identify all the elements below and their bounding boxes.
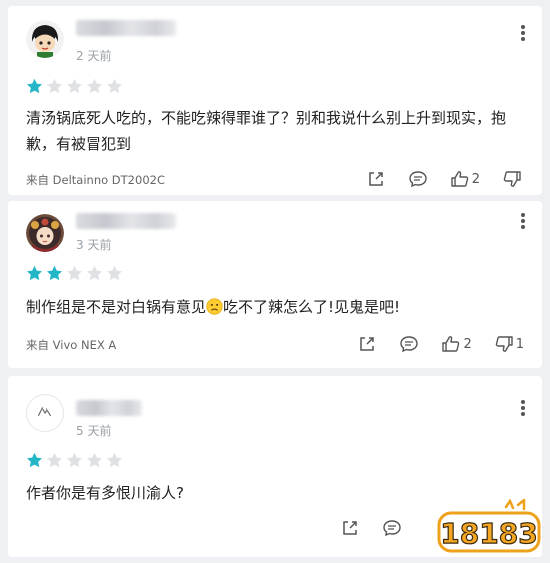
comment-card: 2 天前 清汤锅底死人吃的，不能吃辣得罪谁了？别和我说什么别上升到现实，抱歉，有… [8, 6, 542, 195]
dislike-icon [495, 336, 513, 352]
watermark-text: 18183 [440, 517, 537, 550]
star-icon [47, 78, 62, 94]
reply-icon [409, 171, 427, 188]
star-icon [87, 452, 102, 468]
comment-time: 3 天前 [76, 238, 112, 252]
like-icon [442, 336, 460, 352]
dislike-count: 1 [515, 336, 524, 352]
like-button[interactable]: 2 [441, 334, 472, 354]
comment-actions [318, 518, 402, 538]
reply-icon [400, 336, 419, 353]
avatar[interactable] [26, 20, 64, 58]
reply-button[interactable] [382, 518, 402, 538]
more-icon[interactable] [516, 399, 530, 417]
username-blurred[interactable] [76, 20, 176, 36]
reply-icon [383, 520, 401, 537]
username-blurred[interactable] [76, 400, 142, 416]
like-count: 2 [471, 171, 480, 187]
avatar[interactable] [26, 394, 64, 432]
username-blurred[interactable] [76, 213, 176, 229]
star-icon [107, 78, 122, 94]
comment-actions: 2 [344, 169, 524, 189]
more-icon[interactable] [516, 24, 530, 42]
comment-actions: 2 1 [335, 334, 524, 354]
star-icon [67, 78, 82, 94]
rating-stars [26, 452, 123, 469]
comment-card: 3 天前 制作组是不是对白锅有意见 吃不了辣怎么了!见鬼是吧! 来自 Vivo N… [8, 201, 542, 368]
share-button[interactable] [357, 334, 377, 354]
device-info: 来自 Deltainno DT2002C [26, 173, 165, 187]
share-icon [343, 521, 357, 535]
device-info: 来自 Vivo NEX A [26, 338, 117, 352]
star-icon [47, 265, 62, 281]
comment-text-part: 制作组是不是对白锅有意见 [26, 298, 207, 316]
star-icon [27, 78, 42, 94]
star-icon [27, 265, 42, 281]
reply-button[interactable] [408, 169, 428, 189]
share-button[interactable] [366, 169, 386, 189]
comment-text-part: 吃不了辣怎么了!见鬼是吧! [223, 298, 401, 316]
more-icon[interactable] [516, 212, 530, 230]
comment-text: 清汤锅底死人吃的，不能吃辣得罪谁了？别和我说什么别上升到现实，抱歉，有被冒犯到 [26, 109, 507, 153]
dislike-button[interactable] [502, 169, 524, 189]
star-icon [107, 452, 122, 468]
comment-time: 5 天前 [76, 424, 112, 438]
avatar[interactable] [26, 214, 64, 252]
star-icon [67, 265, 82, 281]
like-button[interactable]: 2 [450, 169, 480, 189]
star-icon [67, 452, 82, 468]
like-count: 2 [463, 336, 472, 352]
rating-stars [26, 78, 123, 95]
share-icon [360, 337, 375, 351]
share-button[interactable] [340, 518, 360, 538]
reply-button[interactable] [399, 334, 419, 354]
star-icon [87, 265, 102, 281]
dislike-button[interactable]: 1 [494, 334, 524, 354]
comment-time: 2 天前 [76, 49, 112, 63]
share-icon [368, 172, 383, 186]
sad-face-icon [206, 298, 223, 315]
dislike-icon [503, 171, 521, 187]
star-icon [27, 452, 42, 468]
rating-stars [26, 265, 123, 282]
star-icon [107, 265, 122, 281]
like-icon [451, 171, 468, 187]
comment-text: 制作组是不是对白锅有意见 吃不了辣怎么了!见鬼是吧! [26, 294, 524, 320]
star-icon [47, 452, 62, 468]
watermark-logo: 18183 [436, 497, 542, 557]
star-icon [87, 78, 102, 94]
